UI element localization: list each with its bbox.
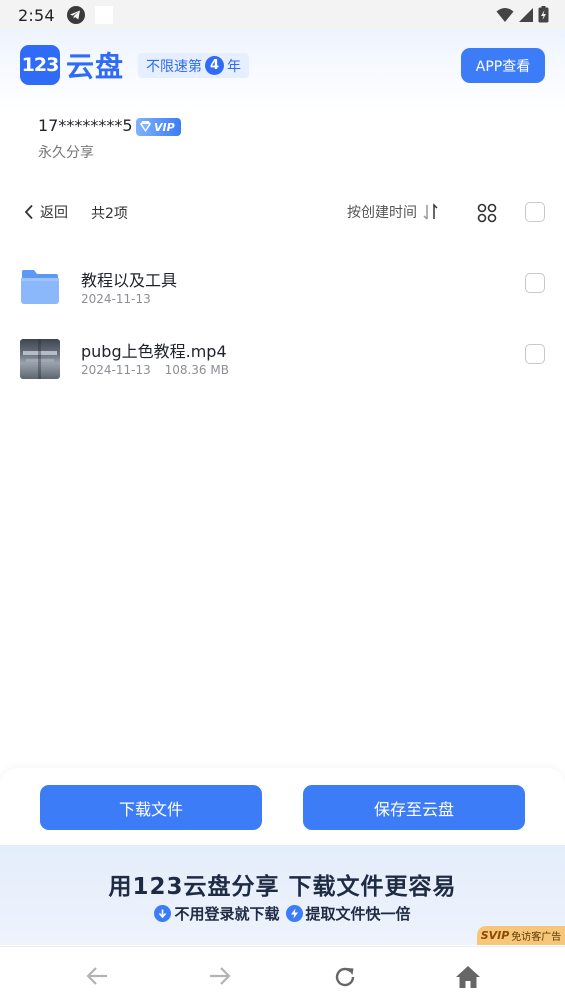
signal-icon [519, 7, 533, 22]
diamond-icon [140, 121, 151, 132]
item-count: 共2项 [91, 206, 128, 222]
sort-icon [423, 203, 438, 220]
wifi-icon [496, 7, 514, 22]
feature-no-login: 不用登录就下载 [174, 905, 280, 923]
sharer-name: 17********5 [38, 116, 133, 135]
app-view-button[interactable]: APP查看 [461, 48, 545, 83]
file-checkbox[interactable] [525, 344, 545, 364]
file-size: 108.36 MB [164, 363, 229, 377]
reload-button[interactable] [333, 965, 357, 993]
status-indicators [496, 6, 549, 23]
browser-nav-bar [0, 946, 565, 1006]
lightning-icon [285, 905, 303, 922]
promo-features: 不用登录就下载 提取文件快一倍 [0, 903, 565, 924]
status-time: 2:54 [18, 5, 55, 25]
logo-text: 云盘 [66, 50, 125, 83]
speed-promo-badge: 不限速第 4 年 [138, 53, 249, 78]
logo-mark: 123 [20, 45, 60, 85]
promo-number: 4 [205, 56, 224, 75]
forward-nav-button[interactable] [208, 965, 232, 991]
chevron-left-icon [24, 204, 33, 220]
home-icon [456, 966, 480, 988]
share-page: 2:54 123 云盘 不限速第 4 年 APP查看 17********5 V… [0, 0, 565, 1006]
arrow-right-icon [210, 967, 231, 985]
arrow-left-icon [86, 967, 107, 985]
notification-icon [94, 6, 113, 24]
download-arrow-icon [154, 905, 172, 922]
sort-label: 按创建时间 [347, 205, 417, 221]
back-label: 返回 [40, 205, 68, 221]
file-row-video[interactable]: pubg上色教程.mp4 2024-11-13 108.36 MB [0, 330, 565, 390]
reload-icon [335, 967, 355, 987]
file-meta: 2024-11-13 [81, 292, 151, 306]
back-nav-button[interactable] [85, 965, 109, 991]
file-meta: 2024-11-13 108.36 MB [81, 363, 229, 377]
save-to-cloud-button[interactable]: 保存至云盘 [303, 785, 525, 830]
folder-icon [20, 268, 60, 310]
grid-view-button[interactable] [477, 203, 497, 227]
telegram-icon [66, 6, 85, 24]
vip-badge: VIP [136, 118, 181, 136]
download-button[interactable]: 下载文件 [40, 785, 262, 830]
battery-icon [538, 6, 549, 23]
promo-banner[interactable]: 用123云盘分享 下载文件更容易 不用登录就下载 提取文件快一倍 SVIP 免访… [0, 845, 565, 945]
vip-label: VIP [154, 120, 175, 134]
file-date: 2024-11-13 [81, 292, 151, 306]
file-name: pubg上色教程.mp4 [81, 342, 227, 361]
select-all-checkbox[interactable] [525, 202, 545, 222]
home-button[interactable] [455, 965, 481, 993]
share-type-label: 永久分享 [38, 145, 94, 161]
svip-ad-free-badge[interactable]: SVIP 免访客广告 [477, 926, 565, 945]
logo: 123 云盘 [20, 45, 124, 85]
ad-free-label: 免访客广告 [511, 932, 562, 943]
file-date: 2024-11-13 [81, 363, 151, 377]
list-toolbar: 返回 共2项 按创建时间 [0, 196, 565, 228]
promo-text-before: 不限速第 [146, 58, 202, 75]
file-row-folder[interactable]: 教程以及工具 2024-11-13 [0, 258, 565, 318]
file-checkbox[interactable] [525, 273, 545, 293]
video-thumbnail [20, 339, 60, 379]
status-bar: 2:54 [0, 0, 565, 30]
back-button[interactable]: 返回 [24, 202, 68, 222]
promo-headline: 用123云盘分享 下载文件更容易 [108, 874, 457, 900]
file-name: 教程以及工具 [81, 271, 178, 290]
svip-label: SVIP [480, 929, 510, 942]
action-panel: 下载文件 保存至云盘 [0, 768, 565, 848]
feature-fast-extract: 提取文件快一倍 [305, 905, 411, 923]
promo-text-after: 年 [227, 58, 241, 75]
grid-icon [477, 203, 497, 223]
sort-button[interactable]: 按创建时间 [347, 202, 439, 222]
